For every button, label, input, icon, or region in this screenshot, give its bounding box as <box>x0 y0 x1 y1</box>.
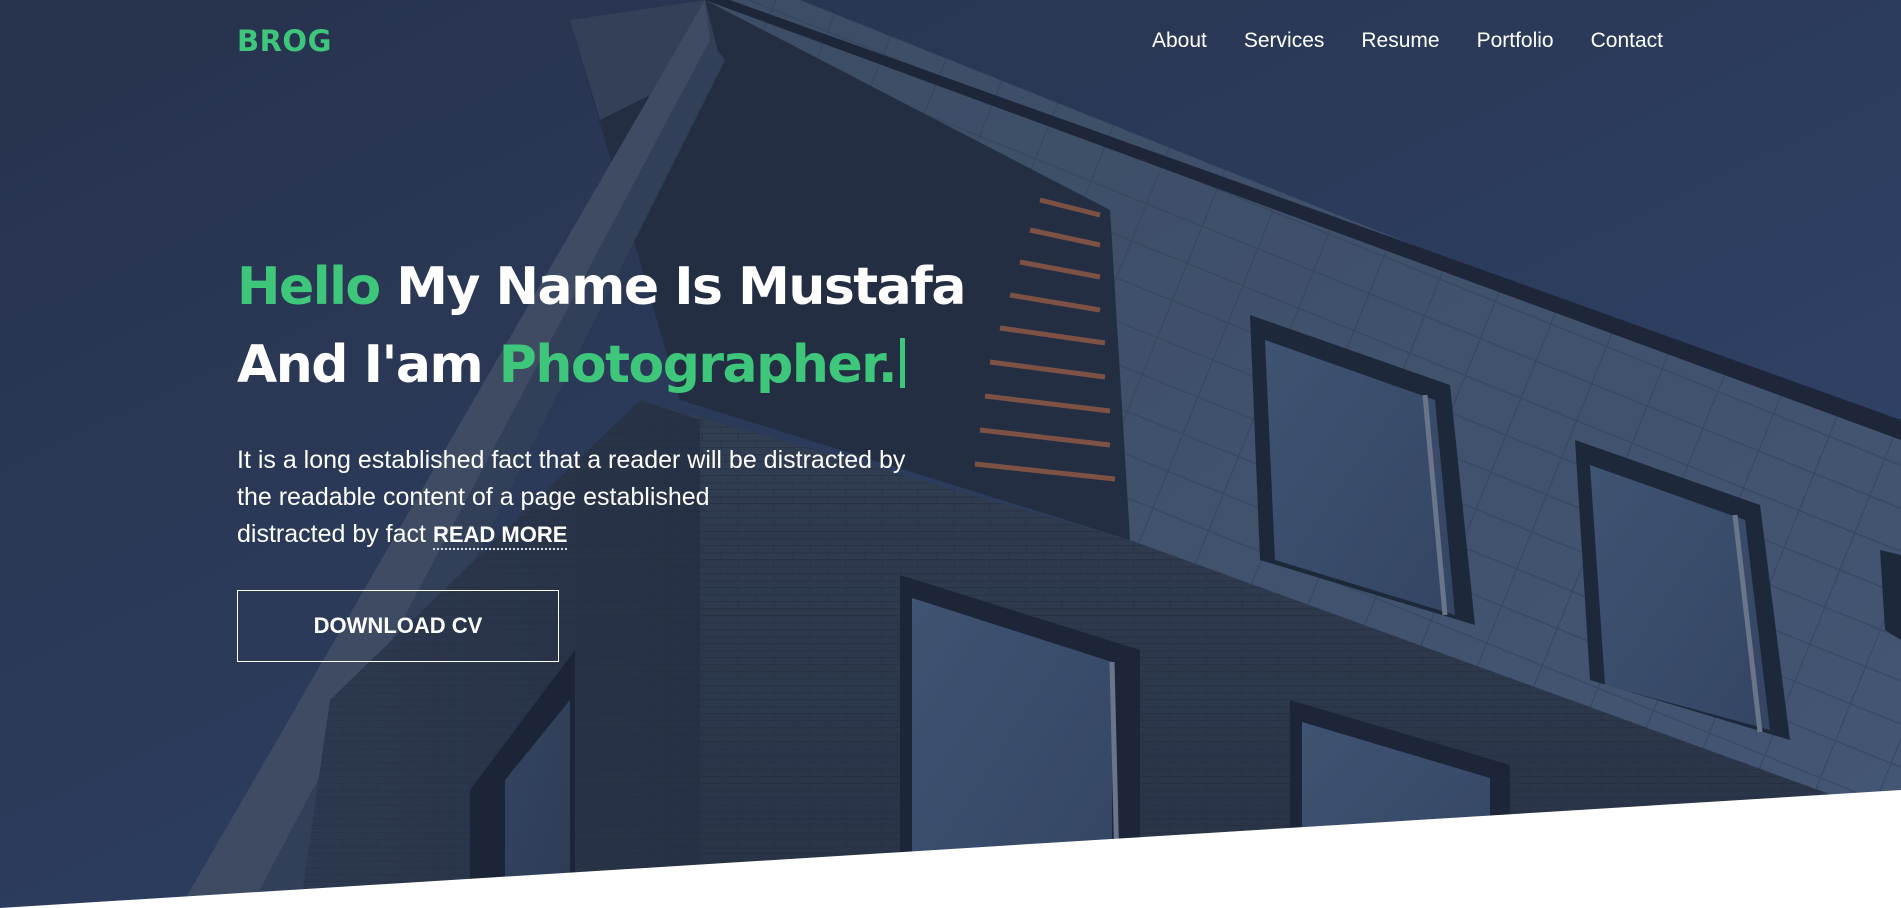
main-nav: About Services Resume Portfolio Contact <box>1152 29 1663 53</box>
headline-name: My Name Is Mustafa <box>396 257 966 317</box>
intro-line-2: the readable content of a page establish… <box>237 483 710 511</box>
hero-headline: Hello My Name Is Mustafa And I'am Photog… <box>237 248 966 404</box>
hero-section: BROG About Services Resume Portfolio Con… <box>0 0 1901 908</box>
nav-item-about[interactable]: About <box>1152 29 1207 53</box>
nav-item-services[interactable]: Services <box>1244 29 1325 53</box>
brand-logo[interactable]: BROG <box>237 24 332 58</box>
nav-item-resume[interactable]: Resume <box>1361 29 1439 53</box>
headline-role-prefix: And I'am <box>237 335 484 395</box>
headline-line-1: Hello My Name Is Mustafa <box>237 248 966 326</box>
download-cv-button[interactable]: DOWNLOAD CV <box>237 590 559 662</box>
read-more-link[interactable]: READ MORE <box>432 522 568 550</box>
nav-item-contact[interactable]: Contact <box>1591 29 1663 53</box>
hero-intro-text: It is a long established fact that a rea… <box>237 442 1017 553</box>
typing-cursor <box>900 338 906 388</box>
headline-line-2: And I'am Photographer. <box>237 326 965 404</box>
headline-role: Photographer. <box>498 335 898 395</box>
intro-line-3: distracted by fact <box>237 520 426 548</box>
headline-greeting: Hello <box>237 257 381 317</box>
nav-item-portfolio[interactable]: Portfolio <box>1477 29 1554 53</box>
intro-line-1: It is a long established fact that a rea… <box>237 446 906 474</box>
